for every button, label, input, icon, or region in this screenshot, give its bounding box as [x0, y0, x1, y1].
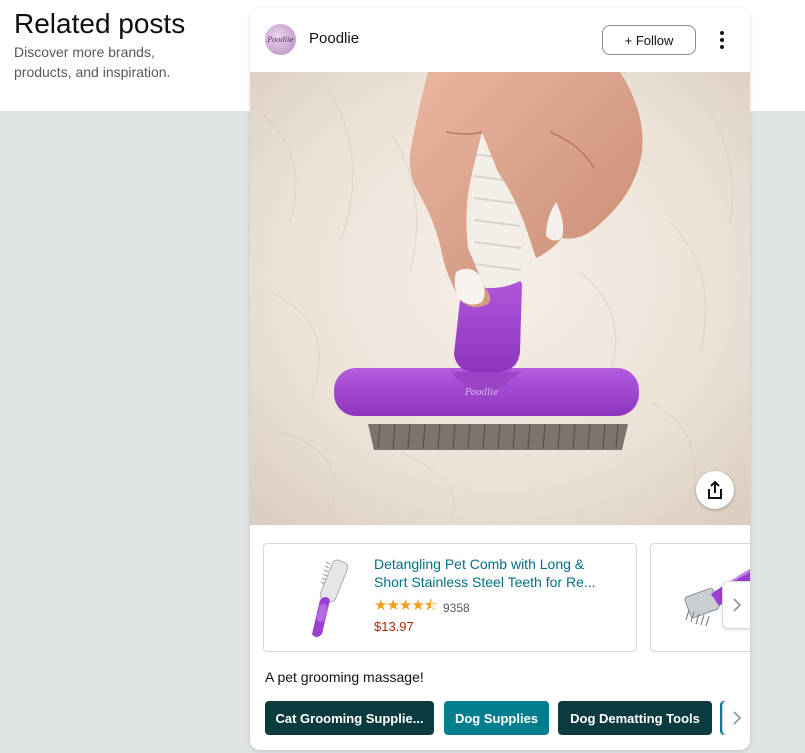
post-image[interactable]: Poodlie: [250, 72, 750, 525]
share-button[interactable]: [696, 471, 734, 509]
product-rating[interactable]: ★★★★⯪ 9358: [374, 595, 470, 620]
tag-cat-grooming-supplies[interactable]: Cat Grooming Supplie...: [265, 701, 434, 735]
section-title: Related posts: [14, 8, 186, 39]
rating-count: 9358: [443, 600, 470, 615]
product-carousel: Detangling Pet Comb with Long & Short St…: [250, 525, 750, 665]
post-caption: A pet grooming massage!: [265, 669, 424, 685]
grooming-brush-photo: Poodlie: [250, 72, 750, 525]
brand-name[interactable]: Poodlie: [309, 30, 359, 47]
chevron-right-icon: [732, 598, 741, 612]
product-card[interactable]: Detangling Pet Comb with Long & Short St…: [263, 543, 637, 652]
avatar-logo-text: Poodlie: [267, 35, 294, 44]
section-subtitle: Discover more brands, products, and insp…: [14, 44, 171, 80]
more-options-icon[interactable]: [712, 28, 732, 52]
brand-avatar[interactable]: Poodlie: [265, 24, 296, 55]
post-card: Poodlie Poodlie + Follow Poodlie Detangl…: [250, 8, 750, 750]
product-price: $13.97: [374, 619, 414, 634]
tag-dog-supplies[interactable]: Dog Supplies: [444, 701, 549, 735]
tag-carousel: Cat Grooming Supplie... Dog Supplies Dog…: [250, 701, 750, 735]
star-rating-icon: ★★★★⯪: [374, 597, 438, 614]
carousel-next-button[interactable]: [722, 581, 750, 629]
section-heading: Related posts Discover more brands, prod…: [14, 8, 204, 82]
pet-comb-icon: [312, 559, 349, 637]
post-header: Poodlie Poodlie + Follow: [250, 8, 750, 72]
share-icon: [708, 480, 722, 499]
brush-imprint: Poodlie: [464, 388, 498, 398]
chevron-right-icon: [732, 711, 741, 725]
tag-dog-dematting-tools[interactable]: Dog Dematting Tools: [558, 701, 712, 735]
follow-button[interactable]: + Follow: [602, 25, 696, 55]
tags-next-button[interactable]: [722, 701, 750, 735]
product-title-link[interactable]: Detangling Pet Comb with Long & Short St…: [374, 555, 609, 591]
